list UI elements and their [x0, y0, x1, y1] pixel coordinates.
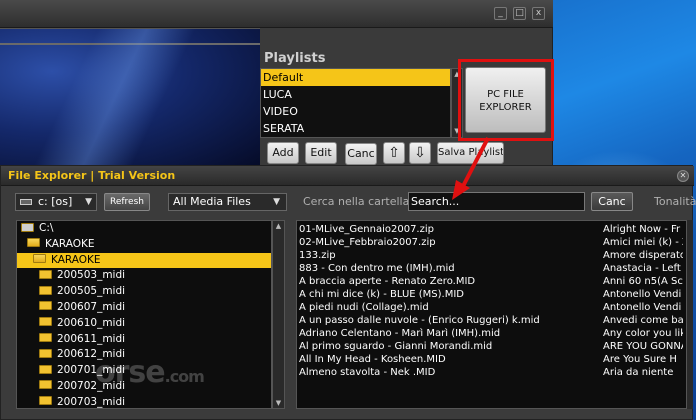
canc-button[interactable]: Canc — [345, 143, 377, 165]
tree-item[interactable]: 200610_midi — [17, 316, 271, 332]
folder-icon — [39, 396, 52, 406]
add-button[interactable]: Add — [267, 142, 299, 164]
drive-select[interactable]: c: [os] ▼ — [15, 193, 97, 211]
file-row-title[interactable]: Amore disperato — [603, 249, 683, 262]
playlist-item[interactable]: Default — [261, 69, 450, 86]
file-row-name[interactable]: Almeno stavolta - Nek .MID — [299, 366, 599, 379]
highlight-box — [458, 59, 554, 141]
tonality-label: Tonalità — [654, 195, 696, 208]
playlist-item[interactable]: LUCA — [261, 86, 450, 103]
playlist-item[interactable]: VIDEO — [261, 103, 450, 120]
file-row-name[interactable]: Adriano Celentano - Marì Marì (IMH).mid — [299, 327, 599, 340]
folder-open-icon — [33, 254, 46, 264]
move-down-button[interactable]: ⇩ — [409, 142, 431, 164]
watermark-text: orse — [95, 355, 166, 390]
file-row-title[interactable]: Aria da niente — [603, 366, 683, 379]
file-list[interactable]: 01-MLive_Gennaio2007.zip 02-MLive_Febbrai… — [296, 220, 687, 409]
folder-icon — [39, 380, 52, 390]
tree-item[interactable]: KARAOKE — [17, 252, 271, 269]
file-row-title[interactable]: Alright Now - Fr — [603, 223, 683, 236]
drive-label: c: [os] — [38, 195, 73, 208]
tree-item[interactable]: 200607_midi — [17, 300, 271, 316]
scroll-down-icon[interactable]: ▼ — [274, 399, 283, 407]
file-row-title[interactable]: Antonello Vendi — [603, 301, 683, 314]
folder-icon — [39, 364, 52, 374]
tree-item-label: 200610_midi — [57, 316, 126, 329]
file-row-title[interactable]: Amici miei (k) - Z — [603, 236, 683, 249]
close-button[interactable]: x — [532, 7, 545, 20]
file-row-name[interactable]: A braccia aperte - Renato Zero.MID — [299, 275, 599, 288]
file-name-column: 01-MLive_Gennaio2007.zip 02-MLive_Febbrai… — [299, 223, 599, 379]
file-explorer-titlebar: File Explorer | Trial Version ✕ — [1, 166, 694, 186]
tree-item[interactable]: 200505_midi — [17, 284, 271, 300]
folder-icon — [39, 333, 52, 343]
chevron-down-icon: ▼ — [85, 197, 92, 207]
playlist-list[interactable]: Default LUCA VIDEO SERATA — [260, 68, 451, 138]
hard-drive-icon — [20, 199, 32, 205]
folder-icon — [39, 301, 52, 311]
video-preview — [0, 28, 260, 171]
refresh-button[interactable]: Refresh — [104, 193, 150, 211]
file-row-name[interactable]: A chi mi dice (k) - BLUE (MS).MID — [299, 288, 599, 301]
tree-item-label: 200607_midi — [57, 300, 126, 313]
file-row-title[interactable]: Antonello Vendi — [603, 288, 683, 301]
tree-item-label: KARAOKE — [51, 253, 101, 266]
folder-icon — [39, 269, 52, 279]
file-row-title[interactable]: Anastacia - Left — [603, 262, 683, 275]
drive-folder-icon — [21, 222, 34, 232]
pointer-arrow-icon — [452, 137, 490, 200]
tree-item[interactable]: C:\ — [17, 221, 271, 237]
file-row-title[interactable]: Are You Sure H — [603, 353, 683, 366]
tree-item-label: 200611_midi — [57, 332, 126, 345]
file-row-name[interactable]: 883 - Con dentro me (IMH).mid — [299, 262, 599, 275]
tree-item[interactable]: 200611_midi — [17, 332, 271, 348]
scroll-up-icon[interactable]: ▲ — [274, 222, 283, 230]
tree-item-label: C:\ — [39, 222, 54, 234]
folder-open-icon — [27, 238, 40, 248]
main-titlebar: _ □ x — [0, 0, 553, 28]
minimize-button[interactable]: _ — [494, 7, 507, 20]
media-filter-label: All Media Files — [173, 195, 251, 208]
file-row-title[interactable]: Anvedi come ba — [603, 314, 683, 327]
media-filter-select[interactable]: All Media Files ▼ — [168, 193, 287, 211]
playlists-title: Playlists — [264, 51, 326, 66]
file-explorer-title: File Explorer | Trial Version — [8, 169, 176, 182]
file-row-name[interactable]: Al primo sguardo - Gianni Morandi.mid — [299, 340, 599, 353]
file-row-name[interactable]: A piedi nudi (Collage).mid — [299, 301, 599, 314]
edit-button[interactable]: Edit — [305, 142, 337, 164]
maximize-button[interactable]: □ — [513, 7, 526, 20]
file-explorer-close-icon[interactable]: ✕ — [677, 170, 689, 182]
file-row-title[interactable]: ARE YOU GONNA — [603, 340, 683, 353]
tree-item-label: KARAOKE — [45, 237, 95, 250]
move-up-button[interactable]: ⇧ — [383, 142, 405, 164]
file-row-name[interactable]: 02-MLive_Febbraio2007.zip — [299, 236, 599, 249]
tree-item-label: 200505_midi — [57, 285, 126, 298]
folder-tree-scrollbar[interactable]: ▲ ▼ — [272, 220, 285, 409]
tree-item[interactable]: KARAOKE — [17, 237, 271, 253]
video-light-streak — [0, 29, 260, 171]
folder-icon — [39, 285, 52, 295]
search-clear-button[interactable]: Canc — [591, 192, 633, 211]
chevron-down-icon: ▼ — [273, 197, 280, 207]
playlist-item[interactable]: SERATA — [261, 120, 450, 137]
folder-icon — [39, 317, 52, 327]
search-label: Cerca nella cartella — [303, 195, 410, 208]
tree-item-label: 200503_midi — [57, 269, 126, 282]
file-row-title[interactable]: Any color you lik — [603, 327, 683, 340]
tree-item[interactable]: 200703_midi — [17, 395, 271, 408]
file-row-name[interactable]: 133.zip — [299, 249, 599, 262]
watermark-suffix: .com — [164, 367, 205, 386]
file-list-scrollbar[interactable] — [687, 220, 693, 409]
file-title-column: Alright Now - Fr Amici miei (k) - Z Amore … — [603, 223, 683, 379]
tree-item[interactable]: 200503_midi — [17, 268, 271, 284]
file-row-name[interactable]: A un passo dalle nuvole - (Enrico Rugger… — [299, 314, 599, 327]
file-row-title[interactable]: Anni 60 n5(A Sc — [603, 275, 683, 288]
file-row-name[interactable]: 01-MLive_Gennaio2007.zip — [299, 223, 599, 236]
file-row-name[interactable]: All In My Head - Kosheen.MID — [299, 353, 599, 366]
folder-icon — [39, 348, 52, 358]
tree-item-label: 200703_midi — [57, 395, 126, 408]
watermark: orse.com — [95, 355, 205, 390]
